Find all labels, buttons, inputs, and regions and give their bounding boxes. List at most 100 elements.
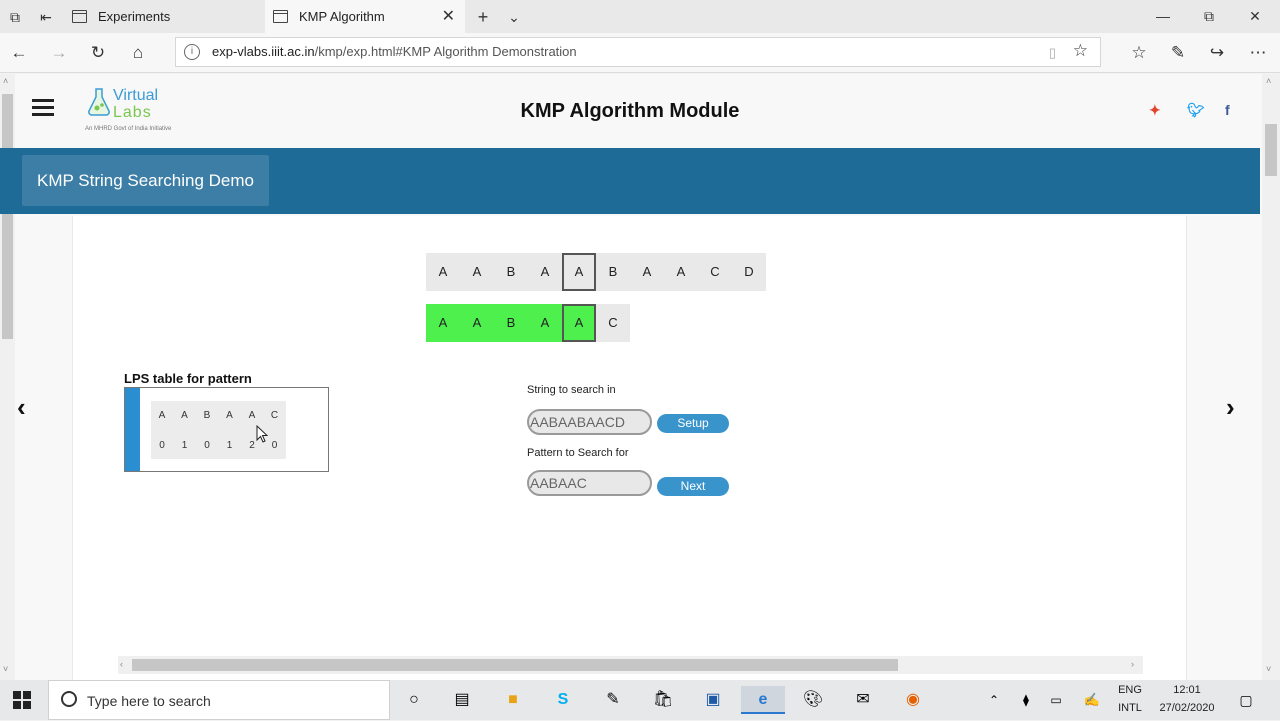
clock[interactable]: 12:01 27/02/2020	[1150, 680, 1224, 716]
word-icon[interactable]: ▣	[699, 686, 727, 714]
tab-label: Experiments	[98, 9, 171, 24]
tab-experiments[interactable]: Experiments	[64, 0, 264, 33]
lps-value-cell: 0	[159, 440, 165, 451]
mouse-cursor-icon	[256, 425, 269, 443]
pen-workspace-icon[interactable]: ✍	[1078, 686, 1106, 714]
gitlab-icon[interactable]: ✦	[1149, 102, 1161, 119]
pattern-char-cell: A	[426, 304, 460, 342]
url-text: exp-vlabs.iiit.ac.in/kmp/exp.html#KMP Al…	[212, 44, 577, 59]
twitter-icon[interactable]: 🐦︎	[1187, 102, 1205, 119]
taskbar-search[interactable]: Type here to search	[48, 680, 390, 720]
demo-panel: AABAABAACD AABAAC LPS table for pattern …	[72, 216, 1187, 680]
string-label: String to search in	[527, 384, 616, 396]
wifi-icon[interactable]: ⧫	[1012, 686, 1040, 714]
start-button[interactable]	[0, 680, 45, 720]
minimize-button[interactable]: —	[1140, 0, 1186, 33]
reading-view-icon[interactable]: ▯	[1049, 45, 1056, 61]
back-icon[interactable]: ←	[7, 41, 31, 65]
file-explorer-icon[interactable]: ■	[499, 686, 527, 714]
text-char-cell: B	[494, 253, 528, 291]
edge-icon[interactable]: e	[741, 686, 785, 714]
scroll-down-icon[interactable]: ˅	[3, 664, 8, 674]
string-input[interactable]	[527, 409, 652, 435]
horizontal-scrollbar[interactable]: ‹ ›	[118, 656, 1143, 674]
close-tab-icon[interactable]: ✕	[442, 0, 455, 33]
skype-icon[interactable]: S	[549, 686, 577, 714]
lps-char-cell: B	[203, 410, 211, 421]
facebook-icon[interactable]: f	[1225, 102, 1230, 118]
lps-accent-bar	[125, 388, 140, 471]
lps-value-cell: 1	[226, 440, 233, 451]
right-scrollbar[interactable]: ˄ ˅	[1262, 74, 1280, 680]
lps-value-cell: 1	[181, 440, 188, 451]
pattern-input[interactable]	[527, 470, 652, 496]
page-viewport: ˄ ˅ Virtual Labs An MHRD Govt of India I…	[0, 74, 1280, 680]
site-header: Virtual Labs An MHRD Govt of India Initi…	[15, 74, 1260, 148]
scroll-right-icon[interactable]: ›	[1131, 659, 1134, 669]
task-view-icon[interactable]: ▤	[448, 686, 476, 714]
info-icon[interactable]: i	[184, 44, 200, 60]
text-char-cell: D	[732, 253, 766, 291]
battery-icon[interactable]: ▭	[1042, 686, 1070, 714]
language-indicator[interactable]: ENG INTL	[1112, 680, 1148, 716]
favorite-star-icon[interactable]: ☆	[1073, 41, 1088, 61]
url-field[interactable]: i exp-vlabs.iiit.ac.in/kmp/exp.html#KMP …	[175, 37, 1101, 67]
chevron-down-icon[interactable]: ⌄	[504, 7, 524, 27]
paint-icon[interactable]: 🎨︎	[799, 686, 827, 714]
set-aside-tabs-icon[interactable]: ⇤	[36, 7, 56, 27]
scrollbar-thumb[interactable]	[1265, 124, 1277, 176]
pattern-label: Pattern to Search for	[527, 447, 629, 459]
page-icon	[72, 10, 87, 23]
lps-table-box: A0A1B0A1A2C0	[124, 387, 329, 472]
page-title: KMP Algorithm Module	[520, 100, 740, 122]
search-icon	[61, 691, 77, 707]
scroll-up-icon[interactable]: ˄	[3, 76, 8, 86]
more-icon[interactable]: ⋯	[1246, 41, 1270, 65]
chevron-up-icon[interactable]: ⌃	[980, 686, 1008, 714]
lps-char-cell: A	[248, 410, 256, 421]
next-button[interactable]: Next	[657, 477, 729, 496]
pattern-char-cell: B	[494, 304, 528, 342]
lps-value-cell: 0	[204, 440, 210, 451]
pattern-char-cell: A	[562, 304, 596, 342]
scroll-up-icon[interactable]: ˄	[1266, 76, 1271, 86]
next-arrow-icon[interactable]: ›	[1226, 392, 1235, 423]
favorites-hub-icon[interactable]: ☆	[1127, 41, 1151, 65]
pen-icon[interactable]: ✎	[1166, 41, 1190, 65]
home-icon[interactable]: ⌂	[126, 41, 150, 65]
whiteboard-icon[interactable]: ✎	[599, 686, 627, 714]
scrollbar-thumb[interactable]	[132, 659, 898, 671]
lps-char-cell: A	[158, 410, 166, 421]
text-char-cell: A	[528, 253, 562, 291]
firefox-icon[interactable]: ◉	[899, 686, 927, 714]
forward-icon[interactable]: →	[47, 41, 71, 65]
mail-icon[interactable]: ✉	[849, 686, 877, 714]
setup-button[interactable]: Setup	[657, 414, 729, 433]
close-window-button[interactable]: ✕	[1232, 0, 1278, 33]
restore-button[interactable]: ⧉	[1186, 0, 1232, 33]
notifications-icon[interactable]: ▢	[1232, 686, 1260, 714]
refresh-icon[interactable]: ↻	[86, 41, 110, 65]
tab-actions-icon[interactable]: ⧉	[5, 7, 25, 27]
experiment-title[interactable]: KMP String Searching Demo	[22, 155, 270, 206]
text-char-cell: A	[630, 253, 664, 291]
address-bar-row: ← → ↻ ⌂ i exp-vlabs.iiit.ac.in/kmp/exp.h…	[0, 33, 1280, 73]
tab-kmp-algorithm[interactable]: KMP Algorithm ✕	[265, 0, 465, 33]
store-icon[interactable]: 🛍︎	[649, 686, 677, 714]
lps-char-cell: A	[181, 410, 188, 421]
pattern-char-cell: C	[596, 304, 630, 342]
scrollbar-thumb[interactable]	[2, 94, 13, 339]
tab-label: KMP Algorithm	[299, 9, 385, 24]
browser-tab-bar: ⧉ ⇤ Experiments KMP Algorithm ✕ + ⌄ — ⧉ …	[0, 0, 1280, 33]
text-char-cell: B	[596, 253, 630, 291]
lps-title: LPS table for pattern	[124, 371, 252, 386]
scroll-down-icon[interactable]: ˅	[1266, 664, 1271, 674]
lps-char-cell: C	[270, 410, 279, 421]
previous-arrow-icon[interactable]: ‹	[17, 392, 26, 423]
new-tab-icon[interactable]: +	[473, 7, 493, 27]
scroll-left-icon[interactable]: ‹	[120, 659, 123, 669]
cortana-icon[interactable]: ○	[400, 686, 428, 714]
experiment-banner: KMP String Searching Demo	[0, 148, 1260, 214]
share-icon[interactable]: ↪	[1205, 41, 1229, 65]
text-char-cell: C	[698, 253, 732, 291]
